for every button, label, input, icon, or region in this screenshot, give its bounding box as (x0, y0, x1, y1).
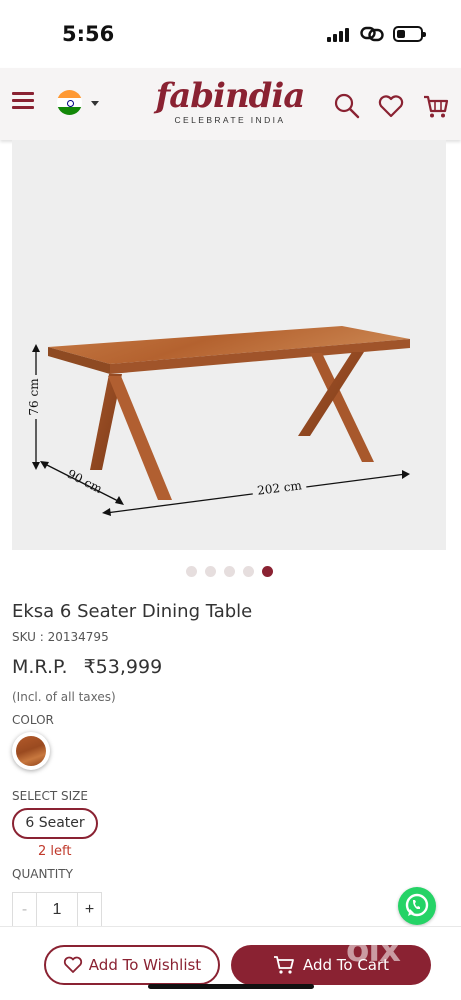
carousel-dot[interactable] (224, 566, 235, 577)
quantity-increase-button[interactable]: + (77, 893, 101, 927)
heart-icon (63, 956, 82, 973)
brand-logo[interactable]: fabindia CELEBRATE INDIA (150, 76, 310, 136)
color-swatch-wood[interactable] (12, 732, 50, 770)
status-time: 5:56 (62, 22, 115, 46)
size-option-6-seater[interactable]: 6 Seater (12, 808, 98, 839)
product-image[interactable]: 76 cm 90 cm 202 cm (12, 140, 446, 550)
product-title: Eksa 6 Seater Dining Table (12, 601, 253, 622)
carousel-dot[interactable] (205, 566, 216, 577)
product-sku: SKU : 20134795 (12, 630, 109, 644)
cellular-signal-icon (327, 28, 351, 42)
tax-note: (Incl. of all taxes) (12, 690, 116, 704)
quantity-stepper: - 1 + (12, 892, 102, 928)
add-to-cart-label: Add To Cart (302, 956, 390, 974)
mrp-label: M.R.P. (12, 656, 68, 678)
whatsapp-icon[interactable] (398, 887, 436, 925)
status-bar: 5:56 (0, 0, 461, 68)
quantity-value[interactable]: 1 (37, 893, 77, 927)
quantity-decrease-button[interactable]: - (13, 893, 37, 927)
country-selector[interactable] (57, 90, 103, 116)
depth-dimension-label: 90 cm (65, 467, 105, 497)
brand-tagline: CELEBRATE INDIA (174, 115, 286, 125)
chevron-down-icon (91, 101, 99, 106)
cart-icon (273, 956, 294, 974)
site-header: fabindia CELEBRATE INDIA (0, 68, 461, 140)
add-to-wishlist-button[interactable]: Add To Wishlist (44, 945, 220, 985)
color-label: COLOR (12, 713, 54, 727)
dining-table-illustration: 76 cm 90 cm 202 cm (27, 326, 410, 516)
home-indicator (148, 984, 314, 989)
battery-icon (393, 26, 426, 42)
hotspot-link-icon (360, 26, 384, 42)
price-row: M.R.P. ₹53,999 (12, 656, 162, 678)
carousel-dot[interactable] (186, 566, 197, 577)
image-carousel-dots (186, 566, 286, 578)
size-label: SELECT SIZE (12, 789, 88, 803)
heart-icon[interactable] (377, 92, 405, 120)
quantity-label: QUANTITY (12, 867, 73, 881)
add-to-cart-button[interactable]: Add To Cart (231, 945, 431, 985)
india-flag-icon (57, 90, 82, 115)
add-to-wishlist-label: Add To Wishlist (88, 956, 202, 974)
height-dimension-label: 76 cm (27, 378, 41, 416)
cart-icon[interactable] (422, 92, 450, 120)
brand-name: fabindia (155, 76, 306, 116)
product-price: ₹53,999 (83, 656, 163, 678)
carousel-dot-active[interactable] (262, 566, 273, 577)
search-icon[interactable] (333, 92, 361, 120)
carousel-dot[interactable] (243, 566, 254, 577)
menu-icon[interactable] (12, 92, 34, 110)
stock-note: 2 left (38, 844, 72, 859)
